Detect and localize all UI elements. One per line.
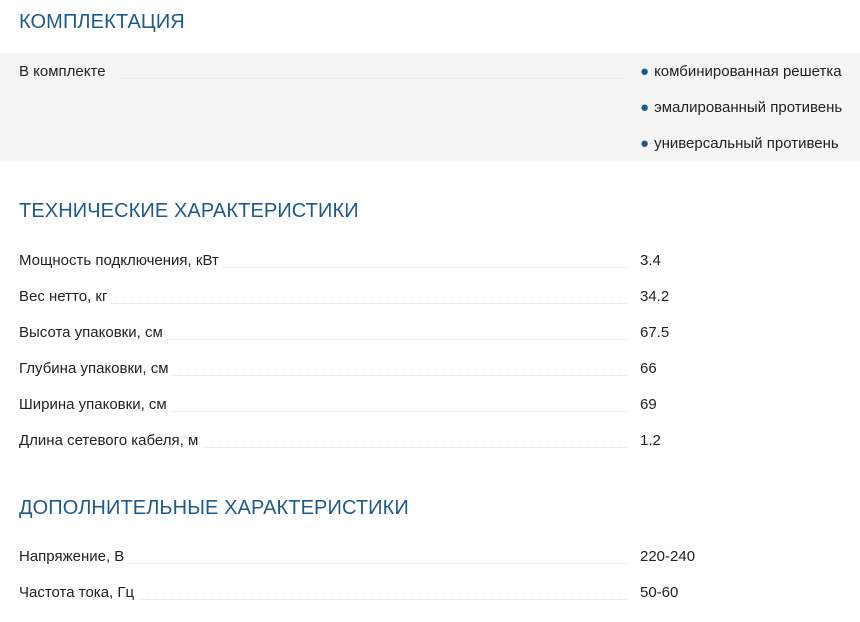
kit-list: ● комбинированная решетка ● эмалированный … [640, 63, 842, 171]
spec-value: 69 [640, 396, 657, 413]
kit-list-item: ● универсальный противень [640, 135, 839, 152]
spec-value: 1.2 [640, 432, 661, 449]
spec-value: 3.4 [640, 252, 661, 269]
spec-row-package-height: Высота упаковки, см 67.5 [19, 324, 860, 346]
spec-label: Глубина упаковки, см [19, 360, 173, 377]
kit-label: В комплекте [19, 63, 106, 80]
additional-section-title: ДОПОЛНИТЕЛЬНЫЕ ХАРАКТЕРИСТИКИ [19, 497, 409, 519]
kit-block: В комплекте ● комбинированная решетка ● эм… [0, 53, 860, 161]
spec-row-frequency: Частота тока, Гц 50-60 [19, 584, 860, 606]
spec-row-package-width: Ширина упаковки, см 69 [19, 396, 860, 418]
spec-value: 67.5 [640, 324, 670, 341]
bullet-icon: ● [640, 63, 650, 80]
spec-label: Длина сетевого кабеля, м [19, 432, 203, 449]
spec-row-net-weight: Вес нетто, кг 34.2 [19, 288, 860, 310]
kit-list-item: ● эмалированный противень [640, 99, 843, 116]
kit-section-title: КОМПЛЕКТАЦИЯ [19, 11, 185, 33]
spec-label: Высота упаковки, см [19, 324, 167, 341]
spec-label: Частота тока, Гц [19, 584, 139, 601]
spec-row-cable-length: Длина сетевого кабеля, м 1.2 [19, 432, 860, 454]
spec-value: 66 [640, 360, 657, 377]
spec-row-voltage: Напряжение, В 220-240 [19, 548, 860, 570]
spec-label: Ширина упаковки, см [19, 396, 171, 413]
spec-label: Напряжение, В [19, 548, 129, 565]
spec-value: 34.2 [640, 288, 670, 305]
spec-label: Мощность подключения, кВт [19, 252, 223, 269]
spec-label: Вес нетто, кг [19, 288, 112, 305]
dotted-leader [120, 78, 628, 79]
spec-row-power: Мощность подключения, кВт 3.4 [19, 252, 860, 274]
spec-value: 50-60 [640, 584, 679, 601]
bullet-icon: ● [640, 135, 650, 152]
spec-value: 220-240 [640, 548, 696, 565]
bullet-icon: ● [640, 99, 650, 116]
technical-section-title: ТЕХНИЧЕСКИЕ ХАРАКТЕРИСТИКИ [19, 200, 359, 222]
kit-list-item: ● комбинированная решетка [640, 63, 842, 80]
spec-row-package-depth: Глубина упаковки, см 66 [19, 360, 860, 382]
